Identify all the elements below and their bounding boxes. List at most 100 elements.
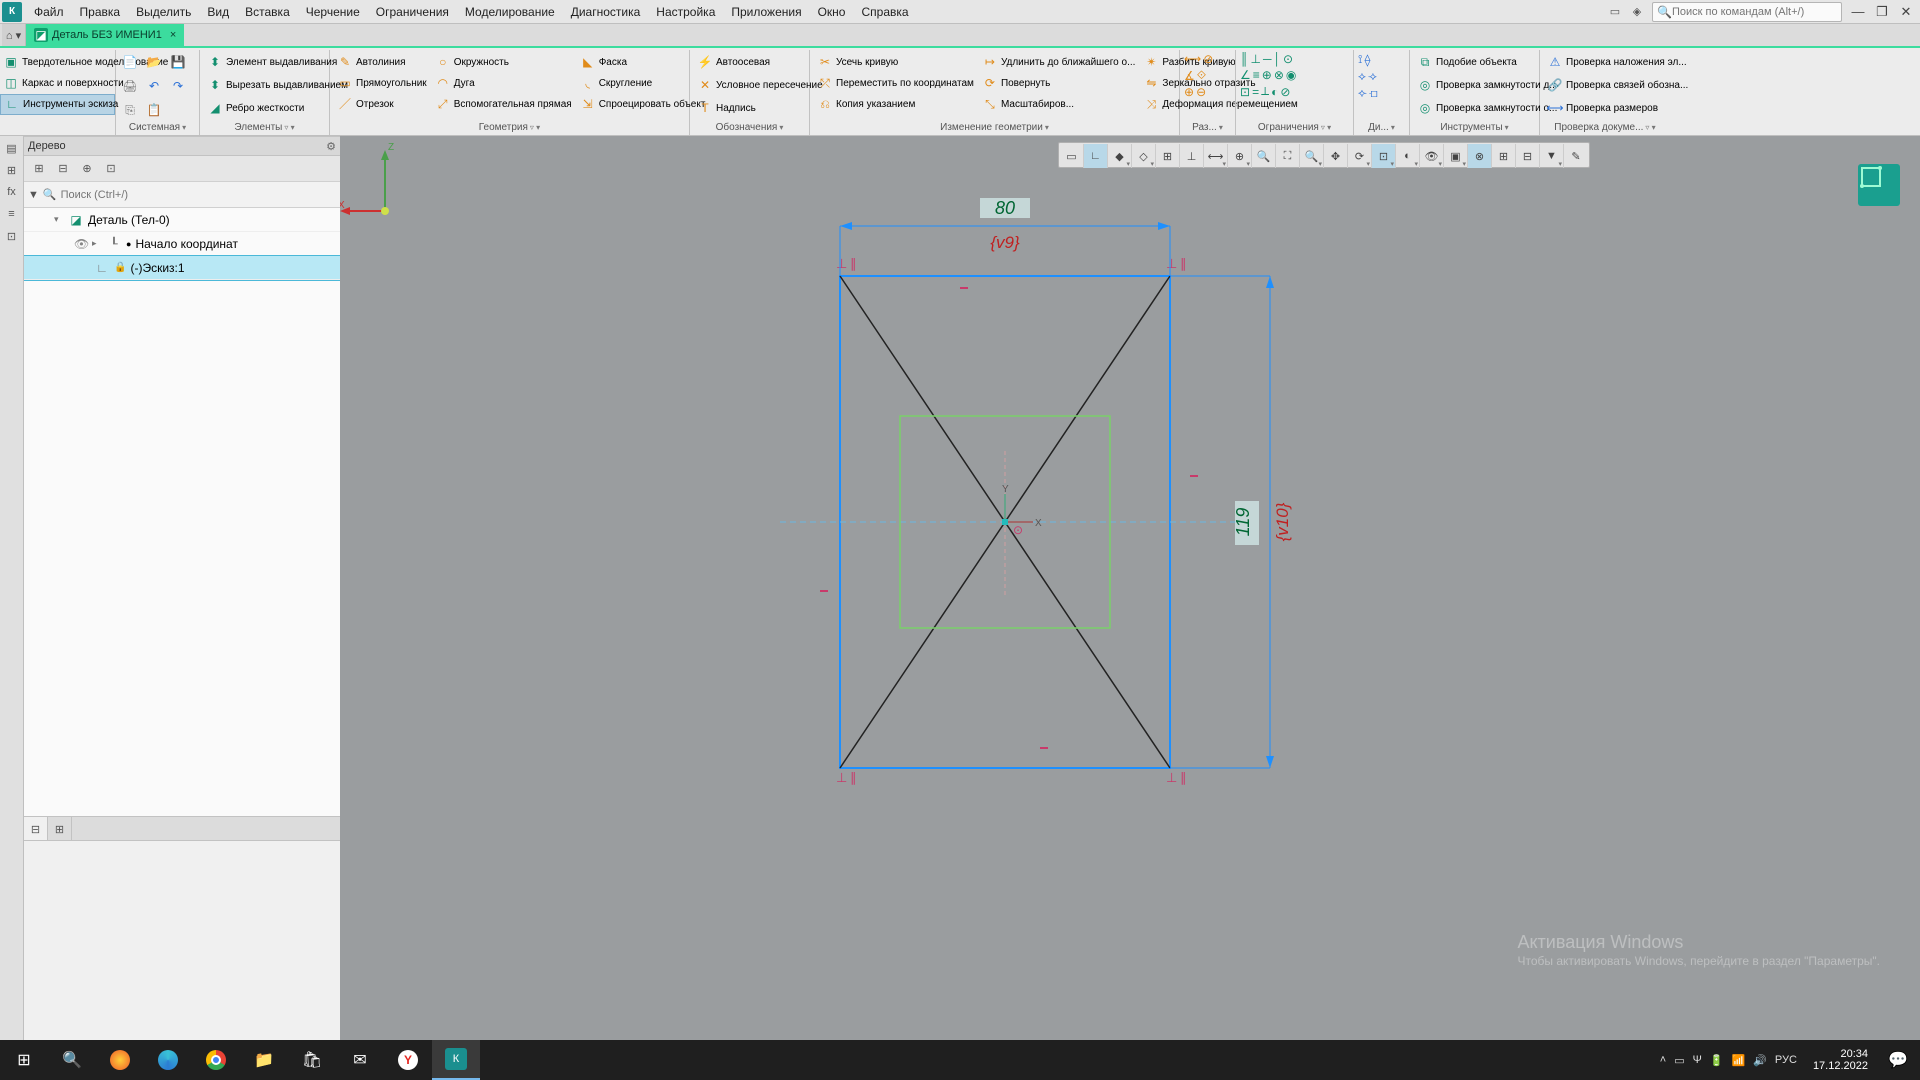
tree-sketch[interactable]: ∟ 🔒 (-)Эскиз:1 <box>24 256 340 280</box>
similarity-button[interactable]: ⧉Подобие объекта <box>1414 52 1520 73</box>
start-button[interactable]: ⊞ <box>0 1040 48 1080</box>
d3-icon[interactable]: ⟡ <box>1358 69 1366 84</box>
tray-usb-icon[interactable]: Ψ <box>1693 1054 1702 1066</box>
window-close-button[interactable]: ✕ <box>1894 1 1918 23</box>
construction-line-button[interactable]: ⤢Вспомогательная прямая <box>432 94 575 115</box>
lb2-icon[interactable]: ⊞ <box>2 160 22 180</box>
taskbar-yandex[interactable]: Y <box>384 1040 432 1080</box>
mode-surface[interactable]: ◫Каркас и поверхности <box>0 73 115 94</box>
rotate-button[interactable]: ⟳Повернуть <box>979 73 1138 94</box>
taskbar-kompas[interactable]: К <box>432 1040 480 1080</box>
d6-icon[interactable]: ⟤ <box>1369 86 1378 101</box>
home-tab[interactable]: ⌂ ▾ <box>2 24 26 46</box>
autoline-button[interactable]: ✎Автолиния <box>334 52 430 73</box>
d5-icon[interactable]: ⟣ <box>1358 86 1367 101</box>
trim-button[interactable]: ✂Усечь кривую <box>814 52 977 73</box>
taskbar-clock[interactable]: 20:34 17.12.2022 <box>1805 1048 1876 1072</box>
taskbar-app1[interactable] <box>96 1040 144 1080</box>
tree-filter-icon[interactable]: ▼ <box>28 189 39 201</box>
lb1-icon[interactable]: ▤ <box>2 138 22 158</box>
project-button[interactable]: ⇲Спроецировать объект <box>577 94 709 115</box>
tree-search-input[interactable] <box>61 189 336 201</box>
lb5-icon[interactable]: ⊡ <box>2 226 22 246</box>
ui-mode-2-icon[interactable]: ◈ <box>1627 3 1647 21</box>
d4-icon[interactable]: ⟢ <box>1368 69 1377 84</box>
tree-origin[interactable]: 👁 ▸ ┖ ● Начало координат <box>24 232 340 256</box>
dim3-icon[interactable]: ∡ <box>1184 68 1195 83</box>
c4-icon[interactable]: │ <box>1273 52 1281 66</box>
extrude-button[interactable]: ⬍Элемент выдавливания <box>204 52 340 73</box>
menu-file[interactable]: Файл <box>26 2 72 22</box>
c9-icon[interactable]: ⊗ <box>1274 68 1284 82</box>
menu-help[interactable]: Справка <box>853 2 916 22</box>
paste-icon[interactable]: 📋 <box>144 100 164 120</box>
menu-edit[interactable]: Правка <box>72 2 129 22</box>
circle-button[interactable]: ○Окружность <box>432 52 575 73</box>
copy-icon[interactable]: ⎘ <box>120 100 140 120</box>
taskbar-search-icon[interactable]: 🔍 <box>48 1040 96 1080</box>
c5-icon[interactable]: ⊙ <box>1283 52 1293 66</box>
closed-check1-button[interactable]: ◎Проверка замкнутости д... <box>1414 75 1561 96</box>
tray-wifi-icon[interactable]: 📶 <box>1732 1054 1746 1067</box>
tree-settings-icon[interactable]: ⚙ <box>326 140 336 153</box>
d2-icon[interactable]: ⟠ <box>1364 52 1370 67</box>
check-links-button[interactable]: 🔗Проверка связей обозна... <box>1544 75 1691 96</box>
tray-chevron-icon[interactable]: ˄ <box>1660 1054 1666 1066</box>
menu-view[interactable]: Вид <box>199 2 237 22</box>
dim5-icon[interactable]: ⊕ <box>1184 85 1194 99</box>
save-icon[interactable]: 💾 <box>168 52 188 72</box>
tree-root[interactable]: ▾ ◪ Деталь (Тел-0) <box>24 208 340 232</box>
d1-icon[interactable]: ⟟ <box>1358 52 1362 67</box>
menu-select[interactable]: Выделить <box>128 2 199 22</box>
tray-battery-icon[interactable]: 🔋 <box>1710 1054 1724 1067</box>
c13-icon[interactable]: ⟂ <box>1261 84 1269 99</box>
tree-tb2-icon[interactable]: ⊟ <box>52 158 74 180</box>
print-icon[interactable]: 🖨 <box>120 76 140 96</box>
c8-icon[interactable]: ⊕ <box>1262 68 1272 82</box>
taskbar-store[interactable]: 🛍 <box>288 1040 336 1080</box>
cut-extrude-button[interactable]: ⬍Вырезать выдавливанием <box>204 75 351 96</box>
menu-settings[interactable]: Настройка <box>648 2 723 22</box>
redo-icon[interactable]: ↷ <box>168 76 188 96</box>
menu-constraints[interactable]: Ограничения <box>368 2 457 22</box>
command-search[interactable]: 🔍 <box>1652 2 1842 22</box>
menu-diagnostics[interactable]: Диагностика <box>563 2 649 22</box>
extend-button[interactable]: ↦Удлинить до ближайшего о... <box>979 52 1138 73</box>
c11-icon[interactable]: ⊡ <box>1240 84 1250 99</box>
c6-icon[interactable]: ∠ <box>1240 68 1251 82</box>
taskbar-mail[interactable]: ✉ <box>336 1040 384 1080</box>
menu-insert[interactable]: Вставка <box>237 2 298 22</box>
mode-solid[interactable]: ▣Твердотельное моделирование <box>0 52 115 73</box>
panel-tab1[interactable]: ⊟ <box>24 817 48 841</box>
taskbar-chrome[interactable] <box>192 1040 240 1080</box>
move-coord-button[interactable]: ⤱Переместить по координатам <box>814 73 977 94</box>
copy-point-button[interactable]: ⎌Копия указанием <box>814 94 977 115</box>
c14-icon[interactable]: ◐ <box>1271 84 1278 99</box>
rib-button[interactable]: ◢Ребро жесткости <box>204 98 307 119</box>
c10-icon[interactable]: ◉ <box>1286 68 1296 82</box>
line-button[interactable]: ／Отрезок <box>334 94 430 115</box>
c3-icon[interactable]: ─ <box>1263 52 1272 66</box>
drawing-canvas[interactable]: ▭ ∟ ◆ ◇ ⊞ ⊥ ⟷ ⊕ 🔍 ⛶ 🔍 ✥ ⟳ ⊡ ◐ 👁 ▣ ⊗ ⊞ ⊟ … <box>340 136 1920 1040</box>
menu-apps[interactable]: Приложения <box>723 2 809 22</box>
ui-mode-1-icon[interactable]: ▭ <box>1605 3 1625 21</box>
panel-tab2[interactable]: ⊞ <box>48 817 72 841</box>
window-minimize-button[interactable]: — <box>1846 1 1870 23</box>
scale-button[interactable]: ⤡Масштабиров... <box>979 94 1138 115</box>
taskbar-explorer[interactable]: 📁 <box>240 1040 288 1080</box>
c2-icon[interactable]: ⊥ <box>1251 52 1261 66</box>
visibility-icon[interactable]: 👁 <box>74 237 88 251</box>
dim6-icon[interactable]: ⊖ <box>1196 85 1206 99</box>
text-button[interactable]: TНадпись <box>694 98 759 119</box>
tray-touchpad-icon[interactable]: ▭ <box>1674 1054 1684 1067</box>
dim4-icon[interactable]: ⟐ <box>1197 68 1206 83</box>
command-search-input[interactable] <box>1672 6 1837 18</box>
rectangle-button[interactable]: ▭Прямоугольник <box>334 73 430 94</box>
menu-window[interactable]: Окно <box>810 2 854 22</box>
taskbar-edge[interactable] <box>144 1040 192 1080</box>
arc-button[interactable]: ◠Дуга <box>432 73 575 94</box>
cond-cross-button[interactable]: ✕Условное пересечение <box>694 75 826 96</box>
tree-tb3-icon[interactable]: ⊕ <box>76 158 98 180</box>
system-tray[interactable]: ˄ ▭ Ψ 🔋 📶 🔊 РУС <box>1652 1054 1805 1067</box>
window-maximize-button[interactable]: ❐ <box>1870 1 1894 23</box>
